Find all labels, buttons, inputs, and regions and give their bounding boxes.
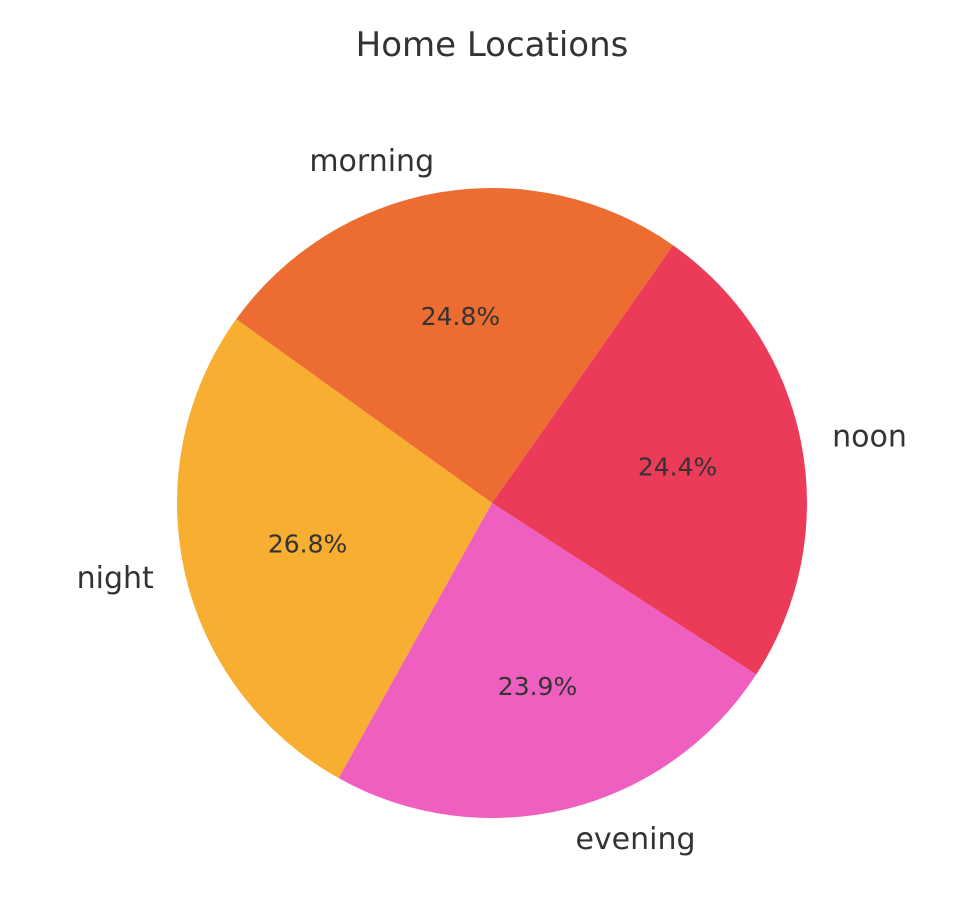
slice-pct-noon: 24.4% — [638, 453, 717, 482]
chart-root: Home Locations noon 24.4% morning 24.8% nigh… — [0, 0, 978, 907]
pie-slices — [176, 187, 808, 818]
slice-label-evening: evening — [575, 822, 695, 857]
slice-label-night: night — [77, 561, 154, 596]
slice-pct-evening: 23.9% — [498, 672, 577, 701]
pie-chart: Home Locations noon 24.4% morning 24.8% nigh… — [77, 25, 907, 857]
slice-label-noon: noon — [832, 420, 907, 455]
slice-pct-morning: 24.8% — [421, 302, 500, 331]
slice-pct-night: 26.8% — [268, 530, 347, 559]
chart-title: Home Locations — [356, 25, 629, 65]
slice-label-morning: morning — [309, 144, 434, 179]
